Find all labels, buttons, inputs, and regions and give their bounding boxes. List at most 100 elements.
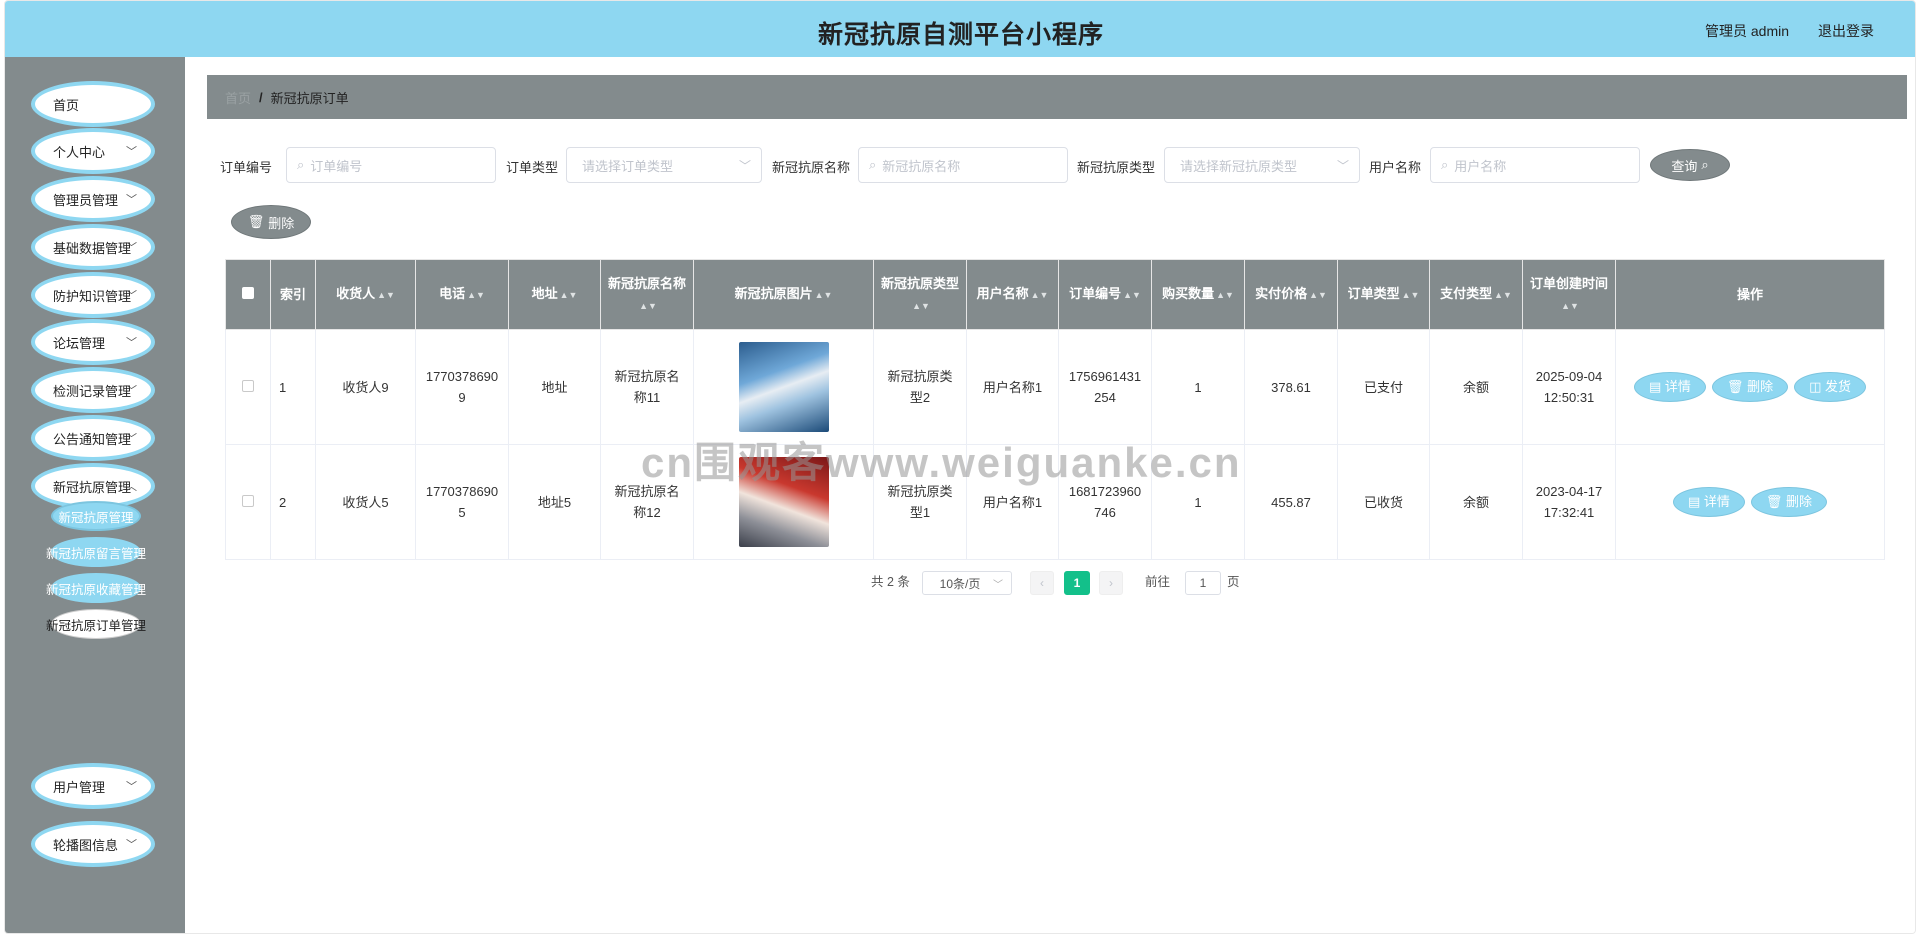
chevron-down-icon: ﹀ <box>1336 159 1349 173</box>
col-created[interactable]: 订单创建时间▲▼ <box>1522 259 1616 330</box>
trash-icon: 🗑 <box>247 214 265 229</box>
chevron-up-icon: ︿ <box>126 481 137 493</box>
main-content: 首页 / 新冠抗原订单 订单编号 ⌕ 订单编号 订单类型 请选择订单类型 ﹀ 新冠抗… <box>185 57 1915 933</box>
col-address[interactable]: 地址 ▲▼ <box>508 259 601 330</box>
prev-page-button[interactable]: ‹ <box>1030 571 1054 595</box>
col-antigen-type[interactable]: 新冠抗原类型▲▼ <box>873 259 967 330</box>
col-quantity[interactable]: 购买数量 ▲▼ <box>1151 259 1245 330</box>
goto-suffix: 页 <box>1227 575 1240 589</box>
chevron-down-icon: ﹀ <box>126 242 137 254</box>
table-row: 1 收货人9 17703786909 地址 新冠抗原名称11 新冠抗原类型2 用… <box>225 329 1885 445</box>
cell-actions: ▤ 详情 🗑 删除 <box>1615 444 1885 560</box>
page-size-select[interactable]: 10条/页 ﹀ <box>922 571 1012 595</box>
row-checkbox[interactable] <box>225 329 271 445</box>
antigen-type-label: 新冠抗原类型 <box>1077 160 1156 175</box>
sidebar: 首页 个人中心 ﹀ 管理员管理 ﹀ 基础数据管理 ﹀ 防护知识管理 ﹀ 论坛管理 ﹀ 检测… <box>5 57 185 933</box>
cell-price: 455.87 <box>1244 444 1338 560</box>
sidebar-item-carousel[interactable]: 轮播图信息 ﹀ <box>31 821 155 867</box>
detail-button[interactable]: ▤ 详情 <box>1633 372 1706 402</box>
cell-phone: 17703786905 <box>415 444 509 560</box>
search-icon: ⌕ <box>1701 157 1709 172</box>
delete-button[interactable]: 🗑 删除 <box>1750 487 1828 517</box>
col-user-name[interactable]: 用户名称 ▲▼ <box>966 259 1059 330</box>
col-order-type[interactable]: 订单类型 ▲▼ <box>1337 259 1430 330</box>
col-price[interactable]: 实付价格 ▲▼ <box>1244 259 1338 330</box>
antigen-name-input[interactable]: ⌕ 新冠抗原名称 <box>858 147 1068 183</box>
goto-label: 前往 <box>1145 575 1171 589</box>
page-size-value: 10条/页 <box>939 576 981 591</box>
chevron-left-icon: ‹ <box>1040 576 1044 590</box>
sidebar-item-knowledge[interactable]: 防护知识管理 ﹀ <box>31 272 155 318</box>
sidebar-item-users[interactable]: 用户管理 ﹀ <box>31 763 155 809</box>
order-type-select[interactable]: 请选择订单类型 ﹀ <box>566 147 762 183</box>
chevron-down-icon: ﹀ <box>126 433 137 445</box>
ship-button[interactable]: ◫ 发货 <box>1794 372 1867 402</box>
document-icon: ▤ <box>1648 379 1662 394</box>
col-pay-type[interactable]: 支付类型 ▲▼ <box>1429 259 1523 330</box>
antigen-type-select[interactable]: 请选择新冠抗原类型 ﹀ <box>1164 147 1360 183</box>
sidebar-item-base-data[interactable]: 基础数据管理 ﹀ <box>31 224 155 270</box>
user-name-input[interactable]: ⌕ 用户名称 <box>1430 147 1640 183</box>
cell-phone: 17703786909 <box>415 329 509 445</box>
sort-icon: ▲▼ <box>1123 290 1141 300</box>
next-page-button[interactable]: › <box>1099 571 1123 595</box>
sidebar-subitem-antigen[interactable]: 新冠抗原管理 <box>51 501 141 531</box>
cell-antigen-image[interactable] <box>693 329 874 445</box>
sidebar-item-label: 基础数据管理 <box>53 240 132 256</box>
sidebar-item-label: 用户管理 <box>53 779 106 795</box>
col-actions: 操作 <box>1615 259 1885 330</box>
col-order-no[interactable]: 订单编号 ▲▼ <box>1058 259 1152 330</box>
sidebar-subitem-antigen-orders[interactable]: 新冠抗原订单管理 <box>46 609 146 639</box>
delete-button[interactable]: 🗑 删除 <box>1711 372 1789 402</box>
cell-order-no: 1756961431254 <box>1058 329 1152 445</box>
cell-order-type: 已支付 <box>1337 329 1430 445</box>
antigen-image[interactable] <box>738 457 829 547</box>
sidebar-item-forum[interactable]: 论坛管理 ﹀ <box>31 319 155 365</box>
query-button[interactable]: 查询 ⌕ <box>1650 149 1730 181</box>
sidebar-item-test-records[interactable]: 检测记录管理 ﹀ <box>31 367 155 413</box>
breadcrumb-home[interactable]: 首页 <box>225 88 251 107</box>
sort-icon: ▲▼ <box>1561 300 1579 311</box>
sidebar-item-home[interactable]: 首页 <box>31 81 155 127</box>
chevron-down-icon: ﹀ <box>126 385 137 397</box>
chevron-down-icon: ﹀ <box>993 579 1003 591</box>
antigen-name-placeholder: 新冠抗原名称 <box>882 158 961 174</box>
detail-button[interactable]: ▤ 详情 <box>1672 487 1745 517</box>
chevron-down-icon: ﹀ <box>126 337 137 349</box>
cell-address: 地址5 <box>508 444 601 560</box>
sidebar-subitem-antigen-favorites[interactable]: 新冠抗原收藏管理 <box>46 573 146 603</box>
antigen-image[interactable] <box>738 342 829 432</box>
current-user: 管理员 admin <box>1705 23 1790 39</box>
batch-delete-label: 删除 <box>268 215 295 231</box>
cell-pay-type: 余额 <box>1429 444 1523 560</box>
book-icon: ◫ <box>1809 379 1822 394</box>
sort-icon: ▲▼ <box>814 290 833 300</box>
col-receiver[interactable]: 收货人 ▲▼ <box>315 259 416 330</box>
select-all-checkbox[interactable] <box>225 259 271 330</box>
sidebar-subitem-antigen-comments[interactable]: 新冠抗原留言管理 <box>46 537 146 567</box>
search-icon: ⌕ <box>869 157 877 172</box>
sidebar-item-label: 防护知识管理 <box>53 288 132 304</box>
order-no-input[interactable]: ⌕ 订单编号 <box>286 147 496 183</box>
sidebar-item-notices[interactable]: 公告通知管理 ﹀ <box>31 415 155 461</box>
col-phone[interactable]: 电话 ▲▼ <box>415 259 509 330</box>
antigen-type-placeholder: 请选择新冠抗原类型 <box>1180 158 1298 174</box>
batch-delete-button[interactable]: 🗑 删除 <box>231 205 311 239</box>
sort-icon: ▲▼ <box>559 290 578 300</box>
sort-icon: ▲▼ <box>467 290 485 300</box>
cell-index: 1 <box>270 329 316 445</box>
page-number-current[interactable]: 1 <box>1064 571 1090 595</box>
col-antigen-image[interactable]: 新冠抗原图片 ▲▼ <box>693 259 874 330</box>
goto-page-input[interactable]: 1 <box>1185 571 1221 595</box>
sidebar-item-label: 轮播图信息 <box>53 837 119 853</box>
cell-antigen-image[interactable] <box>693 444 874 560</box>
sidebar-item-admin[interactable]: 管理员管理 ﹀ <box>31 176 155 222</box>
col-antigen-name[interactable]: 新冠抗原名称▲▼ <box>600 259 694 330</box>
breadcrumb: 首页 / 新冠抗原订单 <box>207 75 1907 119</box>
logout-link[interactable]: 退出登录 <box>1818 21 1874 41</box>
sidebar-item-profile[interactable]: 个人中心 ﹀ <box>31 128 155 174</box>
row-checkbox[interactable] <box>225 444 271 560</box>
sidebar-item-label: 检测记录管理 <box>53 383 132 399</box>
cell-quantity: 1 <box>1151 329 1245 445</box>
cell-user-name: 用户名称1 <box>966 444 1059 560</box>
